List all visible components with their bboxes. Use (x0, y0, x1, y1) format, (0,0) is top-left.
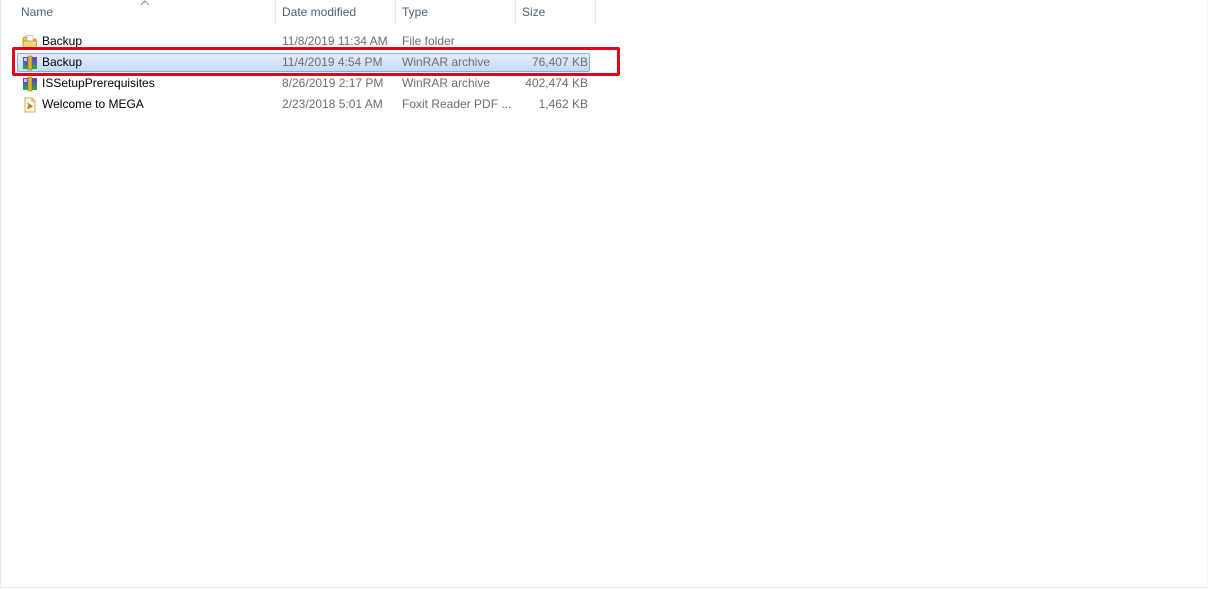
column-header-date-label: Date modified (282, 5, 357, 19)
column-header-name[interactable]: Name (1, 0, 276, 24)
file-type: Foxit Reader PDF ... (402, 97, 512, 111)
file-type: File folder (402, 34, 455, 48)
sort-ascending-icon (140, 0, 150, 6)
file-size: 76,407 KB (531, 55, 588, 69)
column-header-name-label: Name (21, 5, 54, 19)
column-header-size-label: Size (522, 5, 546, 19)
file-type: WinRAR archive (402, 55, 491, 69)
winrar-archive-icon (23, 76, 37, 92)
column-header-type[interactable]: Type (396, 0, 516, 24)
file-type: WinRAR archive (402, 76, 491, 90)
column-header-date-modified[interactable]: Date modified (276, 0, 396, 24)
file-date-modified: 11/8/2019 11:34 AM (282, 34, 388, 48)
column-header-type-label: Type (402, 5, 429, 19)
column-header-size[interactable]: Size (516, 0, 596, 24)
file-date-modified: 11/4/2019 4:54 PM (282, 55, 383, 69)
file-row-backup-archive[interactable]: Backup 11/4/2019 4:54 PM WinRAR archive … (1, 52, 601, 73)
file-list: Backup 11/8/2019 11:34 AM File folder Ba… (1, 31, 601, 115)
file-size: 1,462 KB (538, 97, 588, 111)
file-date-modified: 8/26/2019 2:17 PM (282, 76, 384, 90)
file-name: Welcome to MEGA (42, 97, 144, 111)
file-date-modified: 2/23/2018 5:01 AM (282, 97, 383, 111)
column-header-bar: Name Date modified Type Size (1, 0, 596, 24)
pdf-document-icon (24, 97, 36, 113)
file-size: 402,474 KB (525, 76, 588, 90)
folder-icon (22, 35, 38, 49)
file-name: ISSetupPrerequisites (42, 76, 155, 90)
winrar-archive-icon (23, 55, 37, 71)
file-row-backup-folder[interactable]: Backup 11/8/2019 11:34 AM File folder (1, 31, 601, 52)
file-row-issetupprerequisites[interactable]: ISSetupPrerequisites 8/26/2019 2:17 PM W… (1, 73, 601, 94)
file-name: Backup (42, 34, 83, 48)
file-name: Backup (42, 55, 83, 69)
file-list-pane: Name Date modified Type Size Backup 11/8… (0, 0, 1208, 588)
file-row-welcome-to-mega[interactable]: Welcome to MEGA 2/23/2018 5:01 AM Foxit … (1, 94, 601, 115)
